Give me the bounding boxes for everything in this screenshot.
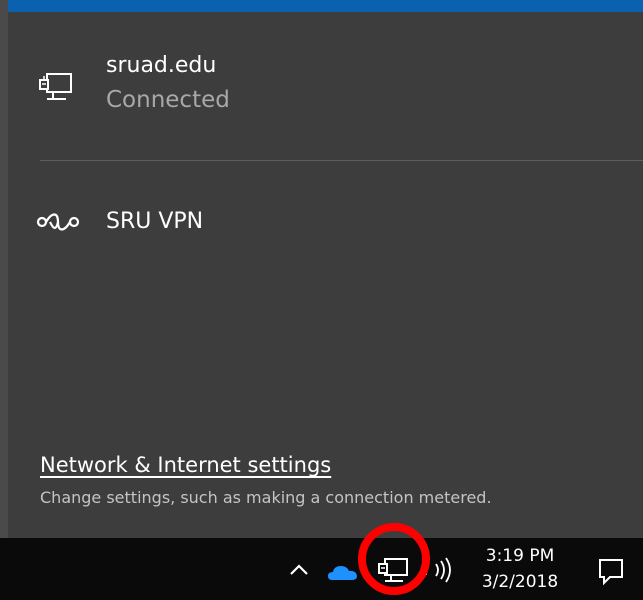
ethernet-monitor-icon: [38, 70, 74, 106]
taskbar: 3:19 PM 3/2/2018: [0, 538, 643, 600]
screen: sruad.edu Connected SRU VPN Network & In…: [0, 0, 643, 600]
desktop-edge: [8, 0, 643, 12]
volume-icon[interactable]: [418, 556, 454, 584]
onedrive-cloud-icon[interactable]: [326, 558, 362, 584]
network-flyout: sruad.edu Connected SRU VPN Network & In…: [0, 0, 643, 538]
settings-description: Change settings, such as making a connec…: [40, 488, 492, 507]
network-status: Connected: [106, 87, 230, 113]
network-item-sruad[interactable]: sruad.edu Connected: [30, 50, 630, 130]
network-name: sruad.edu: [106, 53, 217, 78]
tray-clock[interactable]: 3:19 PM 3/2/2018: [470, 544, 570, 596]
network-internet-settings-link[interactable]: Network & Internet settings: [40, 450, 331, 480]
divider: [40, 160, 643, 161]
clock-date: 3/2/2018: [481, 572, 559, 592]
clock-time: 3:19 PM: [485, 546, 555, 566]
vpn-name: SRU VPN: [106, 209, 204, 234]
action-center-icon[interactable]: [594, 556, 628, 586]
vpn-icon: [36, 210, 80, 234]
chevron-up-icon[interactable]: [284, 556, 314, 582]
vpn-item-sru[interactable]: SRU VPN: [30, 200, 630, 250]
network-icon[interactable]: [374, 554, 412, 588]
